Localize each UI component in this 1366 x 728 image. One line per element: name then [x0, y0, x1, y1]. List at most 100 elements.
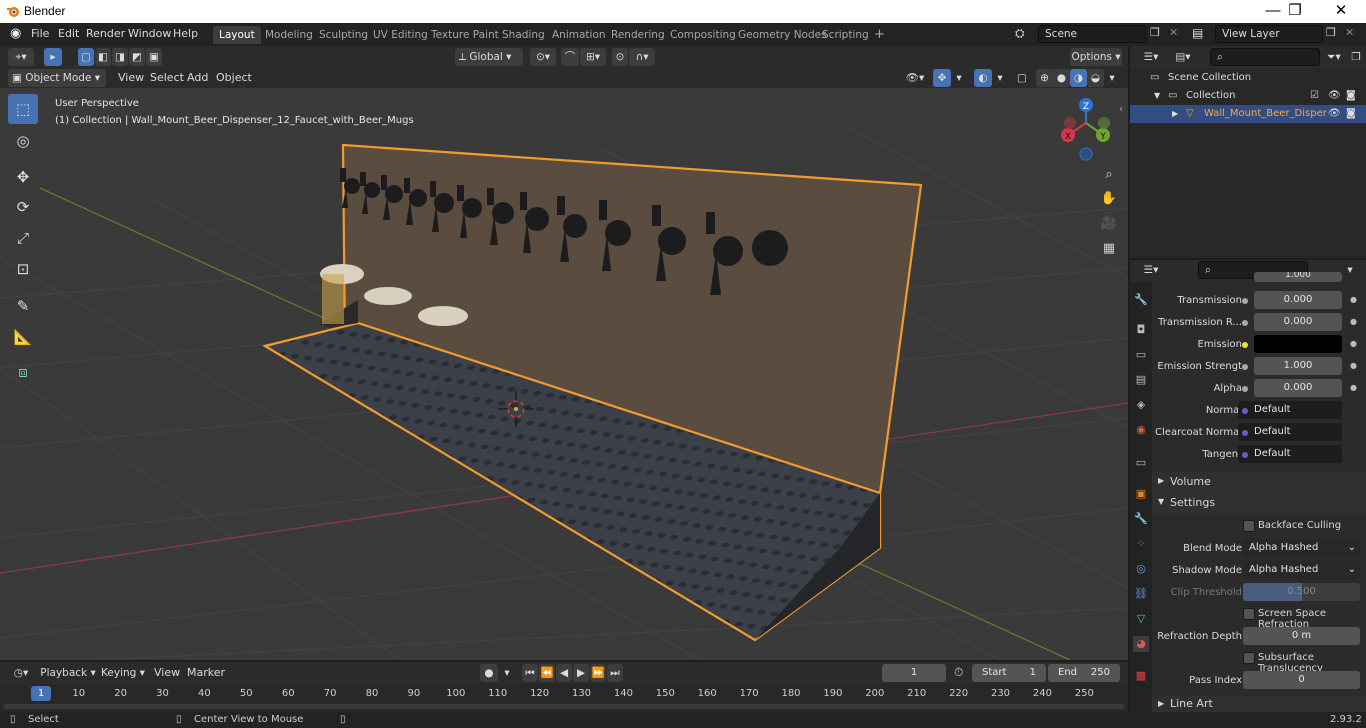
outliner-editor-type-icon[interactable]: ☰▾: [1138, 48, 1164, 66]
menu-window[interactable]: Window: [128, 27, 171, 40]
keyframe-dot-icon[interactable]: ●: [1350, 361, 1357, 370]
volume-panel-header[interactable]: ▶ Volume: [1152, 472, 1366, 492]
emission-strength-field[interactable]: 1.000: [1254, 357, 1342, 375]
tab-shading[interactable]: Shading: [496, 26, 551, 44]
select-mode-subtract-icon[interactable]: ◨: [112, 48, 128, 66]
transmission-roughness-field[interactable]: 0.000: [1254, 313, 1342, 331]
color-socket-icon[interactable]: [1242, 342, 1248, 348]
tab-texture-paint[interactable]: Texture Paint: [425, 26, 505, 44]
auto-keying-icon[interactable]: ●: [480, 664, 498, 682]
ortho-toggle-icon[interactable]: ▦: [1098, 238, 1120, 260]
timeline-menu-marker[interactable]: Marker: [187, 666, 225, 679]
tool-move-icon[interactable]: ✥: [8, 162, 38, 192]
xray-toggle-icon[interactable]: ▢: [1013, 69, 1031, 87]
properties-editor-type-icon[interactable]: ☰▾: [1138, 261, 1164, 279]
tab-modeling[interactable]: Modeling: [259, 26, 319, 44]
outliner-row-object[interactable]: ▶ ▽ Wall_Mount_Beer_Disper 👁 ◙: [1130, 105, 1366, 123]
timeline-menu-view[interactable]: View: [154, 666, 180, 679]
alpha-field[interactable]: 0.000: [1254, 379, 1342, 397]
timeline-editor-type-icon[interactable]: ◷▾: [8, 664, 34, 682]
select-mode-extend-icon[interactable]: ◧: [95, 48, 111, 66]
clip-threshold-slider[interactable]: 0.500: [1243, 583, 1360, 601]
blender-menu-icon[interactable]: ◉: [10, 26, 21, 41]
tab-compositing[interactable]: Compositing: [664, 26, 742, 44]
socket-icon[interactable]: [1242, 364, 1248, 370]
timeline-scrollbar[interactable]: [4, 704, 1124, 709]
shading-dropdown-icon[interactable]: ▾: [1105, 69, 1119, 87]
truncated-value[interactable]: 1.000: [1254, 272, 1342, 282]
properties-options-icon[interactable]: ▾: [1342, 261, 1358, 279]
tool-scale-icon[interactable]: ⤢: [8, 223, 38, 253]
select-mode-invert-icon[interactable]: ◩: [129, 48, 145, 66]
pivot-point-icon[interactable]: ⊙▾: [530, 48, 556, 66]
select-mode-intersect-icon[interactable]: ▣: [146, 48, 162, 66]
add-workspace-button[interactable]: +: [868, 26, 891, 44]
line-art-panel-header[interactable]: ▶ Line Art: [1152, 696, 1366, 712]
shading-solid-icon[interactable]: ●: [1053, 69, 1070, 87]
delete-scene-icon[interactable]: ✕: [1169, 26, 1178, 39]
pass-index-field[interactable]: 0: [1243, 671, 1360, 689]
tool-rotate-icon[interactable]: ⟳: [8, 192, 38, 222]
coaster[interactable]: [418, 306, 468, 326]
transform-orientation-select[interactable]: ⟂ Global ▾: [455, 48, 523, 66]
pan-hand-icon[interactable]: ✋: [1098, 188, 1120, 210]
gizmo-dropdown-icon[interactable]: ▾: [952, 69, 966, 87]
mode-select[interactable]: ▣ Object Mode ▾: [8, 69, 106, 87]
normal-field[interactable]: Default: [1238, 401, 1342, 419]
outliner-row-scene-collection[interactable]: ▭ Scene Collection: [1130, 69, 1366, 87]
timeline-ruler[interactable]: 1 10 20 30 40 50 60 70 80 90 100 110 120 130 140 150 160…: [0, 684, 1128, 712]
socket-icon[interactable]: [1242, 320, 1248, 326]
tab-uv-editing[interactable]: UV Editing: [367, 26, 434, 44]
tab-sculpting[interactable]: Sculpting: [313, 26, 374, 44]
menu-render[interactable]: Render: [86, 27, 125, 40]
render-camera-icon[interactable]: ◙: [1346, 105, 1356, 123]
jump-keyframe-back-icon[interactable]: ⏪: [539, 664, 555, 682]
tab-rendering[interactable]: Rendering: [605, 26, 671, 44]
exclude-checkbox-icon[interactable]: ☑: [1310, 87, 1319, 105]
menu-help[interactable]: Help: [173, 27, 198, 40]
subsurface-translucency-checkbox[interactable]: [1243, 652, 1255, 664]
play-reverse-icon[interactable]: ◀: [556, 664, 572, 682]
tab-scripting[interactable]: Scripting: [816, 26, 875, 44]
refraction-depth-field[interactable]: 0 m: [1243, 627, 1360, 645]
select-tool-icon[interactable]: ▸: [44, 48, 62, 66]
shading-wireframe-icon[interactable]: ⊕: [1036, 69, 1053, 87]
object-tab-icon[interactable]: ▣: [1133, 486, 1149, 502]
modifier-tab-icon[interactable]: 🔧: [1133, 511, 1149, 527]
jump-keyframe-forward-icon[interactable]: ⏩: [590, 664, 606, 682]
keyframe-dot-icon[interactable]: ●: [1350, 295, 1357, 304]
maximize-button[interactable]: ❐: [1272, 0, 1318, 23]
tool-annotate-icon[interactable]: ✎: [8, 291, 38, 321]
new-scene-icon[interactable]: ❐: [1150, 26, 1160, 39]
expand-arrow-icon[interactable]: ▶: [1172, 105, 1178, 123]
coaster[interactable]: [364, 287, 412, 305]
settings-panel-header[interactable]: ▼ Settings: [1152, 493, 1366, 513]
overlay-dropdown-icon[interactable]: ▾: [993, 69, 1007, 87]
auto-keying-dropdown-icon[interactable]: ▾: [500, 664, 514, 682]
scene-name-field[interactable]: Scene: [1038, 25, 1146, 43]
snap-element-icon[interactable]: ⊞▾: [580, 48, 606, 66]
keying-menu[interactable]: Keying ▾: [100, 664, 146, 682]
backface-culling-checkbox[interactable]: [1243, 520, 1255, 532]
select-mode-new-icon[interactable]: ▢: [78, 48, 94, 66]
menu-file[interactable]: File: [31, 27, 49, 40]
filter-icon[interactable]: ⏷▾: [1322, 48, 1346, 66]
screen-space-refraction-checkbox[interactable]: [1243, 608, 1255, 620]
emission-color-swatch[interactable]: [1254, 335, 1342, 353]
viewport-menu-view[interactable]: View: [118, 71, 144, 84]
view-layer-browse-icon[interactable]: ▤: [1192, 26, 1203, 40]
render-camera-icon[interactable]: ◙: [1346, 87, 1356, 105]
new-collection-icon[interactable]: ❐: [1348, 48, 1364, 66]
hide-eye-icon[interactable]: 👁: [1328, 105, 1341, 123]
viewport-menu-object[interactable]: Object: [216, 71, 252, 84]
scene-browse-icon[interactable]: ⛭: [1015, 26, 1025, 41]
current-frame-field[interactable]: 1: [882, 664, 946, 682]
close-button[interactable]: ✕: [1318, 0, 1364, 23]
navigation-gizmo[interactable]: Z Y X: [1061, 98, 1110, 161]
overlay-toggle-icon[interactable]: ◐: [974, 69, 992, 87]
tool-measure-icon[interactable]: 📐: [8, 322, 38, 352]
expand-arrow-icon[interactable]: ▼: [1154, 87, 1160, 105]
proportional-edit-icon[interactable]: ⊙: [612, 48, 628, 66]
view-layer-field[interactable]: View Layer: [1215, 25, 1323, 43]
outliner-search-input[interactable]: ⌕: [1210, 48, 1320, 66]
